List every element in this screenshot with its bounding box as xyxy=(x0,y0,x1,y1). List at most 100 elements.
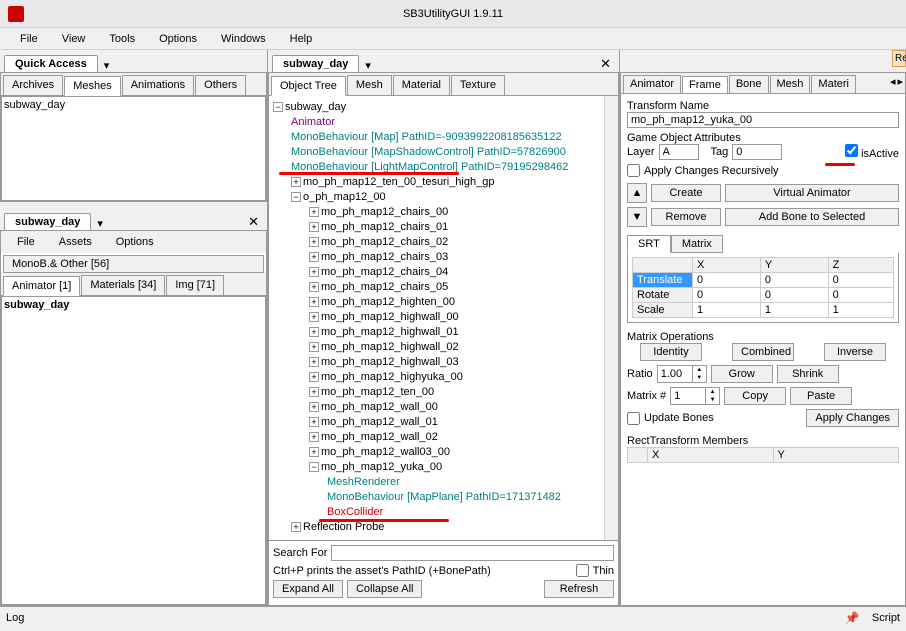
quick-access-tab[interactable]: Quick Access xyxy=(4,55,98,72)
tree-mono[interactable]: MonoBehaviour [Map] PathID=-909399220818… xyxy=(291,130,614,145)
tree-toggle-icon[interactable]: + xyxy=(309,432,319,442)
menu-options[interactable]: Options xyxy=(147,30,209,48)
asset-menu-assets[interactable]: Assets xyxy=(47,233,104,251)
r-tab-animator[interactable]: Animator xyxy=(623,75,681,93)
pin-icon[interactable]: 📌 xyxy=(845,611,860,625)
tree-item[interactable]: +mo_ph_map12_wall_01 xyxy=(309,415,614,430)
matrixnum-spinner[interactable]: ▲▼ xyxy=(670,387,720,405)
combined-button[interactable]: Combined xyxy=(732,343,794,361)
qa-tab-animations[interactable]: Animations xyxy=(122,75,194,95)
tree-item[interactable]: +mo_ph_map12_highwall_01 xyxy=(309,325,614,340)
mid-close-icon[interactable]: ✕ xyxy=(596,56,615,72)
tree-item[interactable]: +mo_ph_map12_chairs_00 xyxy=(309,205,614,220)
tree-toggle-icon[interactable]: + xyxy=(309,447,319,457)
r-tab-material[interactable]: Materi xyxy=(811,75,856,93)
copy-button[interactable]: Copy xyxy=(724,387,786,405)
qa-tab-others[interactable]: Others xyxy=(195,75,246,95)
tree-item[interactable]: +mo_ph_map12_chairs_05 xyxy=(309,280,614,295)
shrink-button[interactable]: Shrink xyxy=(777,365,839,383)
r-tab-frame[interactable]: Frame xyxy=(682,76,728,94)
tree-item[interactable]: +mo_ph_map12_wall_00 xyxy=(309,400,614,415)
tree-toggle-icon[interactable]: + xyxy=(309,372,319,382)
asset-list[interactable]: subway_day xyxy=(1,296,266,605)
tree-boxcollider[interactable]: BoxCollider xyxy=(327,505,614,520)
quick-access-dropdown-icon[interactable]: ▾ xyxy=(100,59,114,72)
asset-menu-options[interactable]: Options xyxy=(104,233,166,251)
up-button[interactable]: ▲ xyxy=(627,183,647,203)
menu-view[interactable]: View xyxy=(50,30,98,48)
tree-item[interactable]: −mo_ph_map12_yuka_00MeshRendererMonoBeha… xyxy=(309,460,614,520)
asset-tab[interactable]: subway_day xyxy=(4,213,91,230)
tree-item[interactable]: +mo_ph_map12_chairs_01 xyxy=(309,220,614,235)
apply-recursive-checkbox[interactable] xyxy=(627,164,640,177)
tree-item[interactable]: +mo_ph_map12_chairs_03 xyxy=(309,250,614,265)
menu-help[interactable]: Help xyxy=(278,30,325,48)
tree-toggle-icon[interactable]: + xyxy=(309,402,319,412)
virtual-animator-button[interactable]: Virtual Animator xyxy=(725,184,899,202)
thin-checkbox[interactable] xyxy=(576,564,589,577)
layer-input[interactable] xyxy=(659,144,699,160)
asset-menu-file[interactable]: File xyxy=(5,233,47,251)
asset-tab-animator[interactable]: Animator [1] xyxy=(3,276,80,296)
asset-tab-img[interactable]: Img [71] xyxy=(166,275,224,295)
inverse-button[interactable]: Inverse xyxy=(824,343,886,361)
tree-toggle-icon[interactable]: − xyxy=(309,462,319,472)
tab-left-icon[interactable]: ◂ xyxy=(890,75,896,88)
tree-toggle-icon[interactable]: + xyxy=(309,252,319,262)
tree-toggle-icon[interactable]: + xyxy=(309,342,319,352)
tree-item[interactable]: +mo_ph_map12_chairs_02 xyxy=(309,235,614,250)
isactive-checkbox[interactable] xyxy=(845,144,858,157)
add-bone-button[interactable]: Add Bone to Selected xyxy=(725,208,899,226)
tree-animator[interactable]: Animator xyxy=(291,115,614,130)
menu-tools[interactable]: Tools xyxy=(97,30,147,48)
mid-tab-texture[interactable]: Texture xyxy=(451,75,505,95)
mid-tab[interactable]: subway_day xyxy=(272,55,359,72)
tree-item[interactable]: +mo_ph_map12_ten_00 xyxy=(309,385,614,400)
mid-tab-mesh[interactable]: Mesh xyxy=(347,75,392,95)
mid-dropdown-icon[interactable]: ▾ xyxy=(361,59,375,72)
tree-toggle-icon[interactable]: + xyxy=(309,297,319,307)
tree-item[interactable]: +mo_ph_map12_wall03_00 xyxy=(309,445,614,460)
r-tab-mesh[interactable]: Mesh xyxy=(770,75,811,93)
down-button[interactable]: ▼ xyxy=(627,207,647,227)
tree-toggle-icon[interactable]: + xyxy=(309,312,319,322)
qa-list-item[interactable]: subway_day xyxy=(4,99,263,111)
tree-toggle-icon[interactable]: + xyxy=(309,357,319,367)
mid-tab-material[interactable]: Material xyxy=(393,75,450,95)
search-input[interactable] xyxy=(331,545,614,561)
transform-name-input[interactable] xyxy=(627,112,899,128)
tree-toggle-icon[interactable]: + xyxy=(309,222,319,232)
qa-list[interactable]: subway_day xyxy=(1,96,266,201)
ratio-spinner[interactable]: ▲▼ xyxy=(657,365,707,383)
tree-mono[interactable]: MonoBehaviour [MapShadowControl] PathID=… xyxy=(291,145,614,160)
create-button[interactable]: Create xyxy=(651,184,721,202)
r-tab-bone[interactable]: Bone xyxy=(729,75,769,93)
tree-toggle-icon[interactable]: + xyxy=(309,267,319,277)
tree-toggle-icon[interactable]: − xyxy=(273,102,283,112)
tree-toggle-icon[interactable]: + xyxy=(309,282,319,292)
remove-button[interactable]: Remove xyxy=(651,208,721,226)
srt-grid[interactable]: XYZ Translate000 Rotate000 Scale111 xyxy=(632,257,894,318)
tree-toggle-icon[interactable]: + xyxy=(309,417,319,427)
tree-item[interactable]: +mo_ph_map12_highwall_03 xyxy=(309,355,614,370)
tag-input[interactable] xyxy=(732,144,782,160)
update-bones-checkbox[interactable] xyxy=(627,412,640,425)
tree-toggle-icon[interactable]: + xyxy=(291,177,301,187)
paste-button[interactable]: Paste xyxy=(790,387,852,405)
tree-toggle-icon[interactable]: + xyxy=(309,327,319,337)
tree-item[interactable]: +mo_ph_map12_highyuka_00 xyxy=(309,370,614,385)
tree-item[interactable]: +mo_ph_map12_chairs_04 xyxy=(309,265,614,280)
tree-toggle-icon[interactable]: + xyxy=(291,522,301,532)
tree-toggle-icon[interactable]: − xyxy=(291,192,301,202)
tree-item[interactable]: +mo_ph_map12_highwall_02 xyxy=(309,340,614,355)
apply-changes-button[interactable]: Apply Changes xyxy=(806,409,899,427)
tree-toggle-icon[interactable]: + xyxy=(309,207,319,217)
asset-dropdown-icon[interactable]: ▾ xyxy=(93,217,107,230)
rect-grid[interactable]: XY xyxy=(627,447,899,463)
tree-mesh[interactable]: MeshRenderer xyxy=(327,475,614,490)
collapse-all-button[interactable]: Collapse All xyxy=(347,580,422,598)
identity-button[interactable]: Identity xyxy=(640,343,702,361)
asset-close-icon[interactable]: ✕ xyxy=(244,214,263,230)
refresh-button[interactable]: Refresh xyxy=(544,580,614,598)
status-log[interactable]: Log xyxy=(6,612,24,624)
